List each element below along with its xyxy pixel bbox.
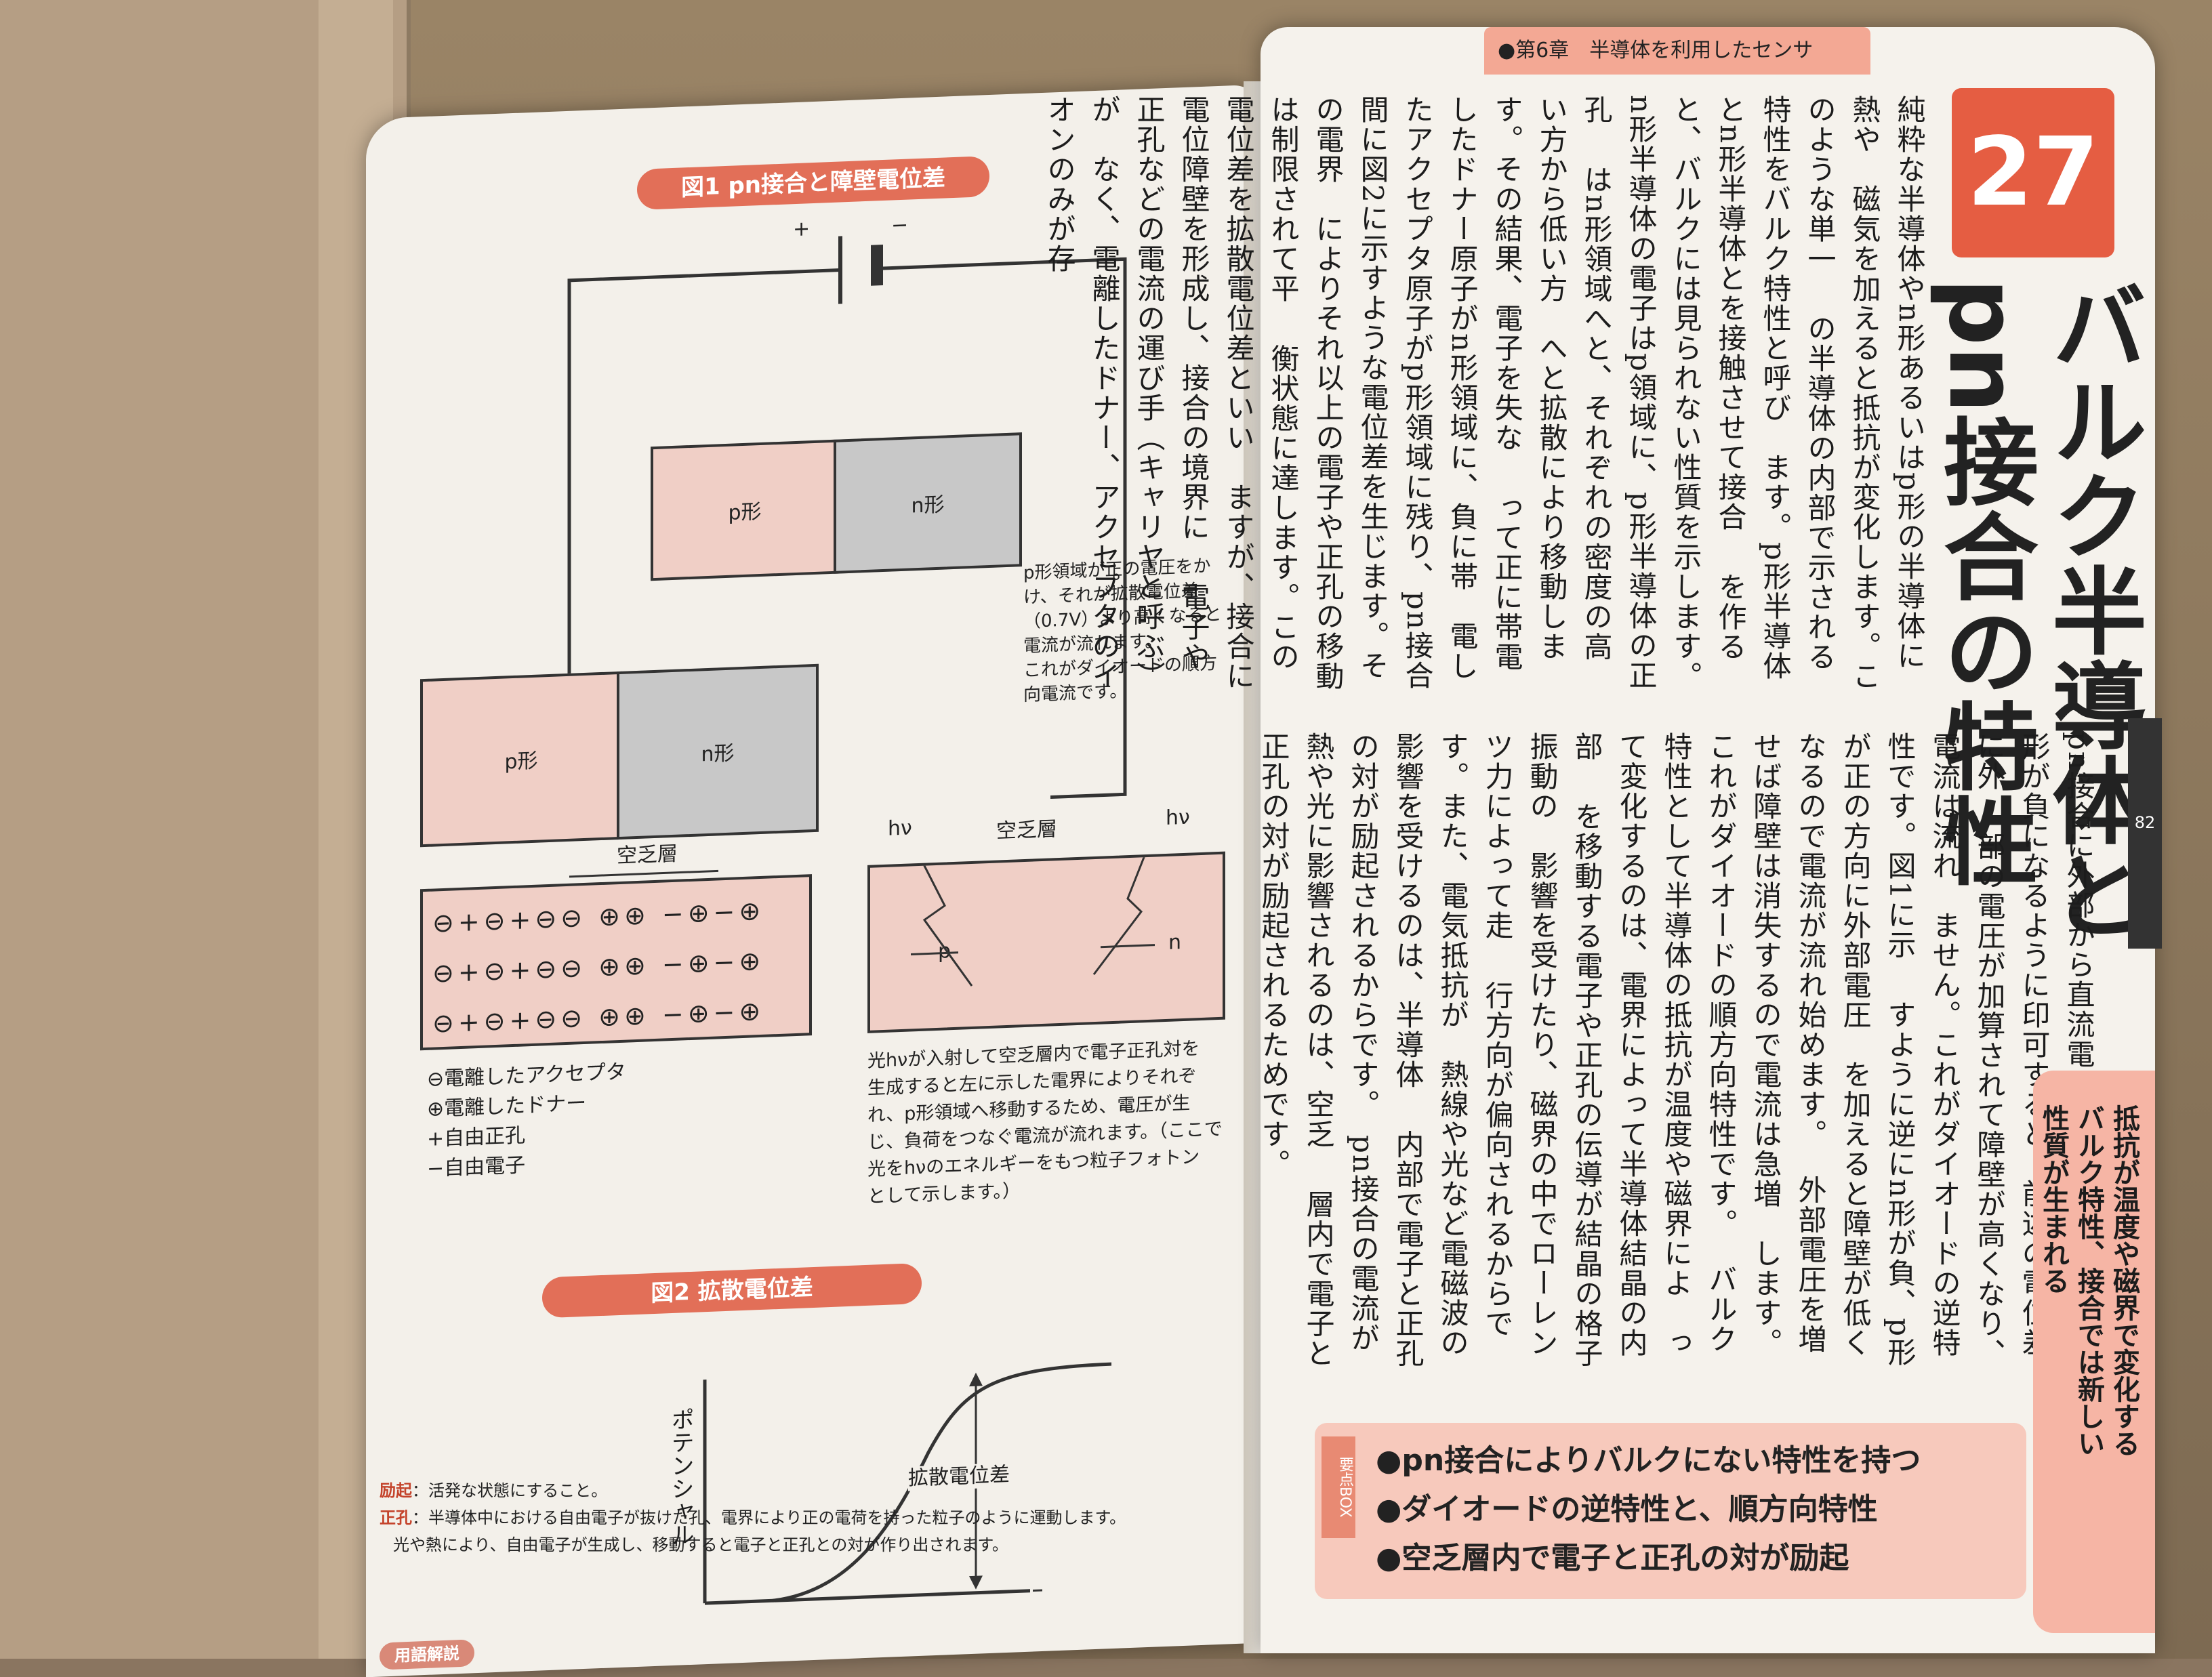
fig1-p-region: p形: [651, 439, 839, 581]
summary-tag: 要点BOX: [1322, 1436, 1355, 1538]
side-tab: 抵抗が温度や磁界で変化する バルク特性、接合では新しい 性質が生まれる: [2033, 1071, 2155, 1633]
photo-depletion-label: 空乏層: [996, 817, 1057, 844]
cardboard-box: [0, 0, 411, 1659]
upper-body-text: 純粋な半導体やn形あるいはp形の半導体に熱や 磁気を加えると抵抗が変化します。こ…: [1043, 95, 1926, 691]
battery-minus: −: [891, 213, 909, 238]
section-number: 27: [1952, 88, 2114, 257]
junction-n-region: n形: [617, 663, 819, 840]
charge-diagram: ⊖+⊖+⊖⊖ ⊕⊕ −⊕−⊕ ⊖+⊖+⊖⊖ ⊕⊕ −⊕−⊕ ⊖+⊖+⊖⊖ ⊕⊕ −⊕…: [420, 874, 812, 1051]
junction-p-region: p形: [420, 671, 622, 848]
photo-diagram: p n: [867, 851, 1225, 1033]
lower-body-text: pn接合に外部から直流電圧をn形領域が正、p 形が負になるように印可すると、前述…: [1257, 732, 2095, 1369]
depletion-label: 空乏層: [617, 842, 678, 869]
summary-box: 要点BOX ●pn接合によりバルクにない特性を持つ ●ダイオードの逆特性と、順方…: [1315, 1423, 2026, 1599]
glossary: 励起：活発な状態にすること。 正孔：半導体中における自由電子が抜けた孔、電界によ…: [380, 1481, 1126, 1554]
legend: ⊖電離したアクセプタ ⊕電離したドナー +自由正孔 −自由電子: [427, 1060, 626, 1181]
photo-note: 光hνが入射して空乏層内で電子正孔対を 生成すると左に示した電界によりそれぞ れ、…: [867, 1038, 1223, 1207]
summary-list: ●pn接合によりバルクにない特性を持つ ●ダイオードの逆特性と、順方向特性 ●空…: [1376, 1443, 1921, 1575]
battery-plus: +: [793, 217, 811, 242]
page-number-tab: 82: [2128, 718, 2162, 949]
chapter-header: ●第6章 半導体を利用したセンサ: [1484, 27, 1870, 75]
glossary-title: 用語解説: [380, 1639, 474, 1670]
hv-right: hν: [1166, 805, 1190, 831]
hv-left: hν: [888, 816, 912, 841]
right-page: ●第6章 半導体を利用したセンサ 27 バルク半導体と pn接合の特性 82 純…: [1043, 27, 2162, 1653]
fig1-n-region: n形: [834, 432, 1022, 574]
